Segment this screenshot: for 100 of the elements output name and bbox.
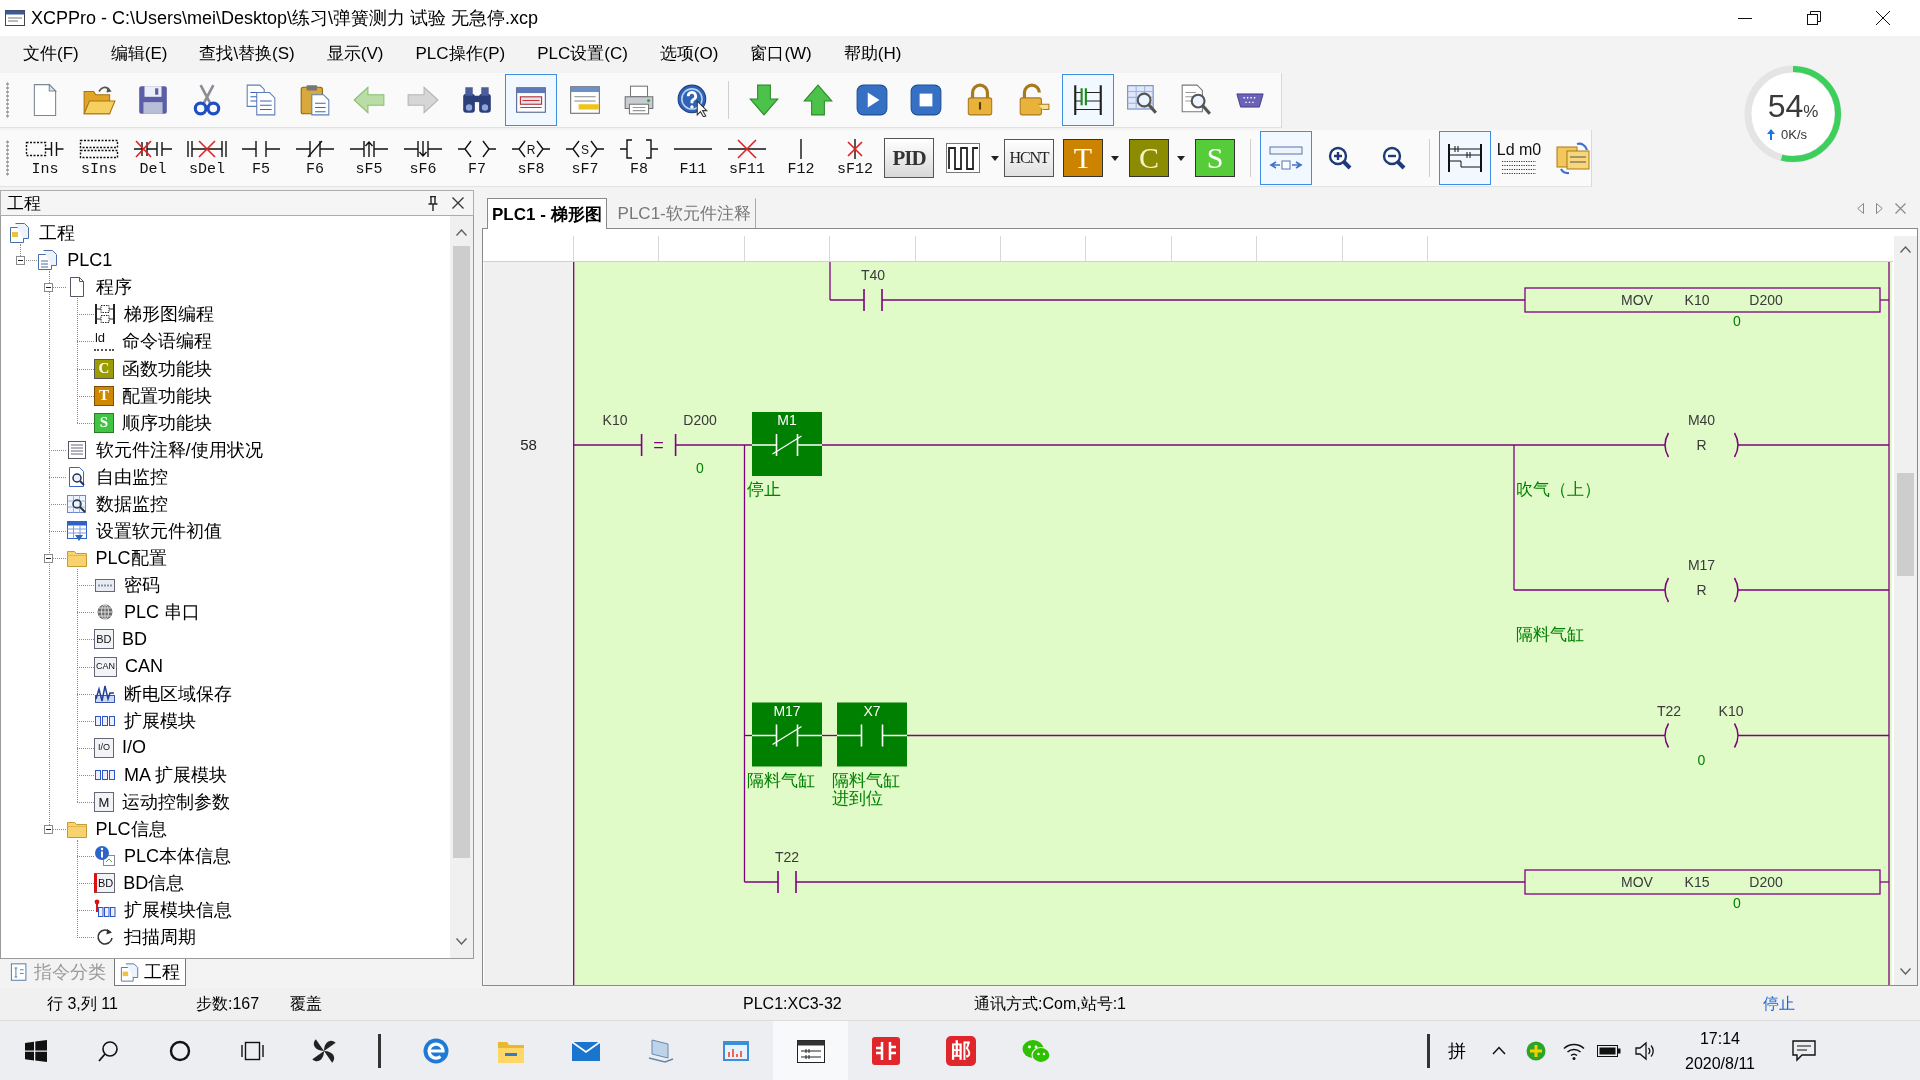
- menu-item[interactable]: PLC操作(P): [399, 38, 522, 68]
- panel-tab[interactable]: 工程: [114, 959, 186, 986]
- menu-item[interactable]: PLC设置(C): [521, 38, 644, 68]
- chevron-up-icon[interactable]: [1492, 1046, 1506, 1055]
- tree-item[interactable]: C 函数功能块: [93, 357, 212, 380]
- tree-item[interactable]: 扫描周期: [93, 926, 196, 949]
- insert-button[interactable]: Ins: [19, 131, 71, 185]
- tree-item[interactable]: I/O I/O: [93, 736, 146, 759]
- ladder-monitor-button[interactable]: [1062, 74, 1114, 126]
- menu-item[interactable]: 编辑(E): [94, 38, 184, 68]
- close-icon[interactable]: [1895, 202, 1906, 214]
- menu-item[interactable]: 文件(F): [7, 38, 95, 68]
- instruction-list-button[interactable]: Ld m0: [1493, 131, 1545, 185]
- horizontal-line-button[interactable]: F11: [667, 131, 719, 185]
- toolbar-grip[interactable]: [6, 82, 9, 118]
- taskbar-app[interactable]: [773, 1021, 848, 1080]
- tree-item[interactable]: 扩展模块信息: [93, 899, 232, 922]
- scroll-left-icon[interactable]: [1857, 202, 1864, 214]
- tree-item[interactable]: T 配置功能块: [93, 384, 212, 407]
- menu-item[interactable]: 选项(O): [643, 38, 735, 68]
- caret-icon[interactable]: [1111, 155, 1119, 161]
- scroll-up-icon[interactable]: [1900, 246, 1911, 253]
- delete-line-button[interactable]: sDel: [181, 131, 233, 185]
- editor-tab[interactable]: PLC1 - 梯形图: [487, 198, 607, 229]
- tree-item[interactable]: 设置软元件初值: [65, 520, 222, 543]
- hcnt-button[interactable]: HCNT: [1004, 139, 1054, 177]
- device-comment: 停止: [747, 481, 782, 499]
- tree-item[interactable]: MA 扩展模块: [93, 763, 227, 786]
- battery-icon[interactable]: [1597, 1044, 1621, 1057]
- collapse-icon[interactable]: [15, 255, 25, 265]
- tree-item[interactable]: PLC配置: [65, 547, 167, 570]
- menu-item[interactable]: 显示(V): [310, 38, 400, 68]
- taskbar-app[interactable]: 邮: [923, 1021, 998, 1080]
- rising-edge-button[interactable]: sF5: [343, 131, 395, 185]
- caret-icon[interactable]: [1177, 155, 1185, 161]
- ladder-view-button[interactable]: [1439, 131, 1491, 185]
- caret-icon[interactable]: [991, 155, 999, 161]
- scroll-up-icon[interactable]: [456, 229, 467, 236]
- tree-item[interactable]: M 运动控制参数: [93, 791, 230, 813]
- tree-item[interactable]: 扩展模块: [93, 709, 196, 732]
- clock-date[interactable]: 2020/8/11: [1685, 1050, 1755, 1076]
- menu-item[interactable]: 查找\替换(S): [183, 38, 311, 68]
- tree-item[interactable]: PLC 串口: [93, 601, 200, 624]
- tree-item[interactable]: 自由监控: [65, 465, 168, 488]
- collapse-icon[interactable]: [44, 824, 54, 834]
- ladder-icon: [1071, 83, 1105, 117]
- tree-item[interactable]: PLC1: [37, 249, 113, 272]
- delete-button[interactable]: Del: [127, 131, 179, 185]
- falling-edge-button[interactable]: sF6: [397, 131, 449, 185]
- instruction-button[interactable]: F8: [613, 131, 665, 185]
- tree-item[interactable]: 软元件注释/使用状况: [65, 438, 263, 461]
- pid-button[interactable]: PID: [884, 138, 934, 178]
- scroll-down-icon[interactable]: [456, 938, 467, 945]
- scrollbar-thumb[interactable]: [453, 245, 470, 858]
- list-icon: [65, 438, 88, 461]
- rising-contact-icon: [349, 138, 389, 160]
- coil-button[interactable]: F7: [451, 131, 503, 185]
- tree-item[interactable]: 密码: [93, 574, 160, 597]
- scroll-right-icon[interactable]: [1876, 202, 1883, 214]
- plus-circle-icon[interactable]: [1526, 1040, 1546, 1061]
- delete-horizontal-line-button[interactable]: sF11: [721, 131, 773, 185]
- contact-button[interactable]: F5: [235, 131, 287, 185]
- tree-item[interactable]: PLC信息: [65, 818, 167, 841]
- tree-item[interactable]: BD BD: [93, 628, 147, 651]
- wifi-icon[interactable]: [1563, 1041, 1585, 1060]
- tree-item[interactable]: 工程: [9, 222, 75, 245]
- tree-item[interactable]: 数据监控: [65, 493, 168, 515]
- tree-item[interactable]: 断电区域保存: [93, 682, 232, 705]
- toolbar-grip[interactable]: [6, 140, 9, 176]
- close-button[interactable]: [452, 197, 464, 209]
- tree-item[interactable]: S 顺序功能块: [93, 411, 212, 434]
- tree-item[interactable]: BD BD信息: [93, 872, 185, 895]
- crossed-vertical-line-icon: [847, 138, 863, 160]
- ime-indicator[interactable]: 拼: [1448, 1038, 1466, 1063]
- speaker-icon[interactable]: [1635, 1040, 1655, 1061]
- tree-item[interactable]: PLC本体信息: [93, 845, 231, 868]
- scrollbar-thumb[interactable]: [1897, 473, 1914, 576]
- speech-bubble-icon[interactable]: [1792, 1039, 1816, 1062]
- pin-button[interactable]: [428, 195, 438, 211]
- grid-magnifier-icon: [65, 493, 88, 515]
- vertical-line-button[interactable]: F12: [775, 131, 827, 185]
- closed-contact-button[interactable]: F6: [289, 131, 341, 185]
- delete-vertical-line-button[interactable]: sF12: [829, 131, 881, 185]
- menu-item[interactable]: 窗口(W): [734, 38, 828, 68]
- clock-time[interactable]: 17:14: [1699, 1025, 1740, 1051]
- set-coil-button[interactable]: S sF7: [559, 131, 611, 185]
- monitor-window-button[interactable]: [505, 74, 557, 126]
- device-label: M40: [1687, 412, 1716, 428]
- bars-tile-icon: [870, 1035, 901, 1066]
- collapse-icon[interactable]: [44, 553, 54, 563]
- collapse-icon[interactable]: [44, 282, 54, 292]
- insert-line-button[interactable]: sIns: [73, 131, 125, 185]
- tree-item[interactable]: CAN CAN: [93, 655, 163, 678]
- menu-item[interactable]: 帮助(H): [827, 38, 918, 68]
- scroll-down-icon[interactable]: [1900, 968, 1911, 975]
- reset-coil-button[interactable]: R sF8: [505, 131, 557, 185]
- tree-item[interactable]: 梯形图编程: [93, 303, 214, 326]
- letter-tile: BD: [93, 873, 116, 894]
- tree-item[interactable]: ld 命令语编程: [93, 330, 212, 353]
- tree-item[interactable]: 程序: [65, 276, 132, 299]
